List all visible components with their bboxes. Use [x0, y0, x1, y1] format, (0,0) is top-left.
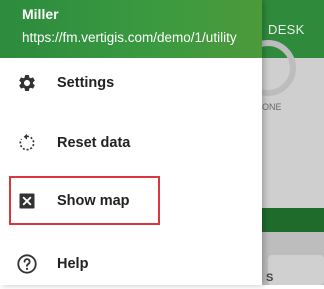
background-header-text: DESK	[268, 22, 305, 37]
menu-item-help[interactable]: Help	[0, 239, 262, 289]
background-green-bar	[262, 208, 324, 232]
drawer-header: Miller https://fm.vertigis.com/demo/1/ut…	[0, 0, 262, 58]
menu-item-settings[interactable]: Settings	[0, 58, 262, 108]
close-box-icon	[16, 190, 38, 212]
background-lower-text: S	[266, 272, 274, 284]
menu-item-show-map[interactable]: Show map	[0, 176, 262, 226]
reset-data-label: Reset data	[57, 135, 131, 151]
settings-label: Settings	[57, 75, 115, 91]
show-map-label: Show map	[57, 193, 130, 209]
help-label: Help	[57, 256, 89, 272]
menu-item-reset-data[interactable]: Reset data	[0, 118, 262, 168]
background-lower-card	[268, 255, 324, 285]
navigation-drawer: Miller https://fm.vertigis.com/demo/1/ut…	[0, 0, 262, 285]
help-icon	[16, 253, 38, 275]
gear-icon	[16, 72, 38, 94]
user-name: Miller	[22, 6, 59, 22]
reset-icon	[16, 132, 38, 154]
background-card-text: ONE	[262, 102, 282, 112]
site-url: https://fm.vertigis.com/demo/1/utility	[22, 30, 237, 45]
